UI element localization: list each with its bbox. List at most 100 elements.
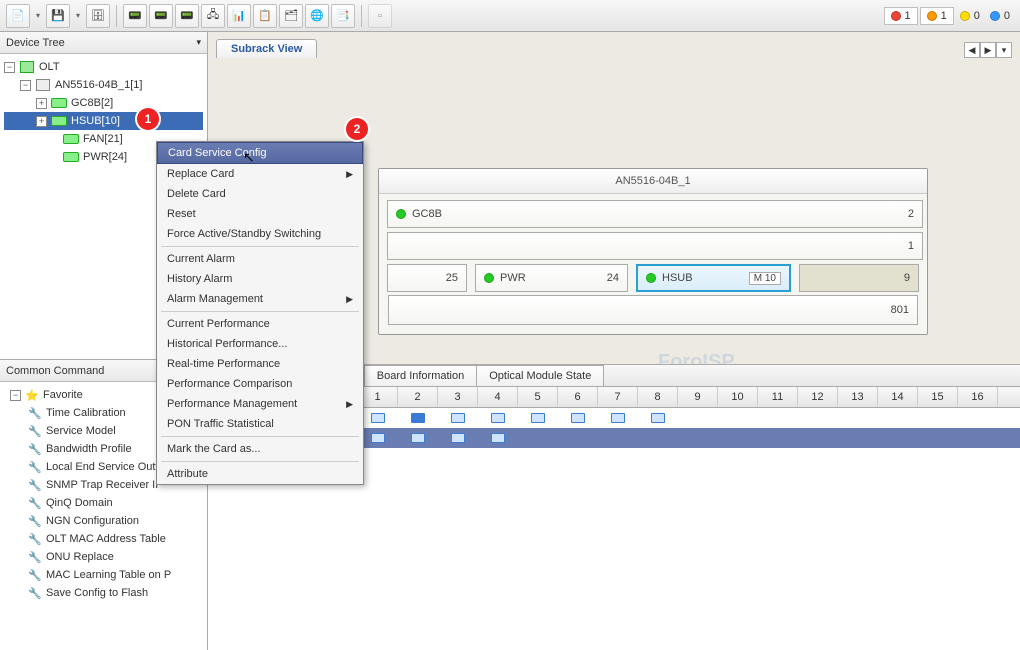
cmd-label: Time Calibration (46, 407, 126, 419)
submenu-arrow-icon: ▶ (346, 294, 353, 305)
slot-gc8b[interactable]: GC8B 2 (387, 200, 923, 228)
dropdown-arrow-icon[interactable]: ▾ (32, 11, 44, 20)
tb-btn-6[interactable]: 📟 (175, 4, 199, 28)
tree-item-gc8b[interactable]: + GC8B[2] (4, 94, 203, 112)
status-yellow: 0 (956, 10, 984, 22)
ctx-hist-perf[interactable]: Historical Performance... (157, 334, 363, 354)
tree-item-label: GC8B[2] (71, 97, 113, 109)
port-icon[interactable] (411, 433, 425, 443)
port-icon[interactable] (371, 413, 385, 423)
slot-pwr[interactable]: PWR 24 (475, 264, 628, 292)
port-icon[interactable] (611, 413, 625, 423)
tab-nav-next[interactable]: ▶ (980, 42, 996, 58)
btab-optical[interactable]: Optical Module State (476, 365, 604, 386)
expand-icon[interactable]: − (4, 62, 15, 73)
status-led-icon (396, 209, 406, 219)
ctx-perf-comp[interactable]: Performance Comparison (157, 374, 363, 394)
status-blue-count: 0 (1004, 10, 1010, 22)
ne-icon (35, 79, 51, 91)
cmd-item[interactable]: 🔧QinQ Domain (4, 494, 203, 512)
tab-subrack-view[interactable]: Subrack View (216, 39, 317, 58)
tab-nav-list[interactable]: ▾ (996, 42, 1012, 58)
ctx-perf-mgmt[interactable]: Performance Management▶ (157, 394, 363, 414)
tb-btn-1[interactable]: 📄 (6, 4, 30, 28)
port-icon[interactable] (371, 433, 385, 443)
tb-btn-8[interactable]: 📊 (227, 4, 251, 28)
port-icon[interactable] (451, 433, 465, 443)
ctx-delete-card[interactable]: Delete Card (157, 184, 363, 204)
tree-item-hsub[interactable]: + HSUB[10] (4, 112, 203, 130)
slot-label: PWR (500, 272, 526, 284)
col-2: 2 (398, 387, 438, 407)
tb-btn-5[interactable]: 📟 (149, 4, 173, 28)
ctx-history-alarm[interactable]: History Alarm (157, 269, 363, 289)
status-led-icon (646, 273, 656, 283)
tb-btn-4[interactable]: 📟 (123, 4, 147, 28)
cmd-item[interactable]: 🔧ONU Replace (4, 548, 203, 566)
tb-btn-2[interactable]: 💾 (46, 4, 70, 28)
port-icon[interactable] (531, 413, 545, 423)
ctx-current-alarm[interactable]: Current Alarm (157, 249, 363, 269)
expand-icon[interactable]: + (36, 116, 47, 127)
context-menu[interactable]: Card Service Config Replace Card▶ Delete… (156, 141, 364, 485)
tb-btn-12[interactable]: 📑 (331, 4, 355, 28)
expand-icon[interactable]: − (10, 390, 21, 401)
slot-number: 801 (891, 304, 909, 316)
favorite-label: Favorite (43, 389, 83, 401)
slot-25[interactable]: 25 (387, 264, 467, 292)
port-icon[interactable] (651, 413, 665, 423)
ctx-card-service-config[interactable]: Card Service Config (157, 142, 363, 164)
ctx-realtime-perf[interactable]: Real-time Performance (157, 354, 363, 374)
expand-icon[interactable]: − (20, 80, 31, 91)
slot-label: HSUB (662, 272, 693, 284)
slot-number: 2 (908, 208, 914, 220)
status-orange[interactable]: 1 (920, 7, 954, 25)
wrench-icon: 🔧 (28, 496, 42, 510)
ctx-force-switch[interactable]: Force Active/Standby Switching (157, 224, 363, 244)
cmd-item[interactable]: 🔧NGN Configuration (4, 512, 203, 530)
ctx-attribute[interactable]: Attribute (157, 464, 363, 484)
col-6: 6 (558, 387, 598, 407)
tb-btn-10[interactable]: 🗂 (279, 4, 303, 28)
tree-item-label: PWR[24] (83, 151, 127, 163)
ctx-mark-card[interactable]: Mark the Card as... (157, 439, 363, 459)
ctx-replace-card[interactable]: Replace Card▶ (157, 164, 363, 184)
slot-fan[interactable]: 801 (388, 295, 918, 325)
wrench-icon: 🔧 (28, 550, 42, 564)
wrench-icon: 🔧 (28, 478, 42, 492)
tree-ne-label: AN5516-04B_1[1] (55, 79, 142, 91)
tabbar: Subrack View ◀ ▶ ▾ (208, 32, 1020, 58)
tab-nav-prev[interactable]: ◀ (964, 42, 980, 58)
btab-board-info[interactable]: Board Information (364, 365, 477, 386)
port-icon[interactable] (491, 413, 505, 423)
status-red[interactable]: 1 (884, 7, 918, 25)
card-icon (51, 115, 67, 127)
slot-9[interactable]: 9 (799, 264, 919, 292)
tb-btn-9[interactable]: 📋 (253, 4, 277, 28)
ctx-pon-stat[interactable]: PON Traffic Statistical (157, 414, 363, 434)
tree-root[interactable]: − OLT (4, 58, 203, 76)
dropdown-arrow-icon[interactable]: ▾ (72, 11, 84, 20)
tb-btn-13[interactable]: ▫ (368, 4, 392, 28)
ctx-alarm-mgmt[interactable]: Alarm Management▶ (157, 289, 363, 309)
tb-btn-7[interactable]: 🖧 (201, 4, 225, 28)
ctx-current-perf[interactable]: Current Performance (157, 314, 363, 334)
port-icon[interactable] (411, 413, 425, 423)
port-icon[interactable] (491, 433, 505, 443)
expand-icon[interactable]: + (36, 98, 47, 109)
slot-blank[interactable]: 1 (387, 232, 923, 260)
cmd-label: Local End Service Outter (46, 461, 168, 473)
tree-ne[interactable]: − AN5516-04B_1[1] (4, 76, 203, 94)
slot-number: 24 (607, 272, 619, 284)
port-icon[interactable] (571, 413, 585, 423)
ctx-reset[interactable]: Reset (157, 204, 363, 224)
tb-btn-3[interactable]: 🗄 (86, 4, 110, 28)
port-icon[interactable] (451, 413, 465, 423)
cmd-item[interactable]: 🔧Save Config to Flash (4, 584, 203, 602)
cmd-item[interactable]: 🔧MAC Learning Table on P (4, 566, 203, 584)
cmd-item[interactable]: 🔧OLT MAC Address Table (4, 530, 203, 548)
slot-hsub[interactable]: HSUB M 10 (636, 264, 791, 292)
tb-btn-11[interactable]: 🌐 (305, 4, 329, 28)
col-9: 9 (678, 387, 718, 407)
card-icon (63, 151, 79, 163)
